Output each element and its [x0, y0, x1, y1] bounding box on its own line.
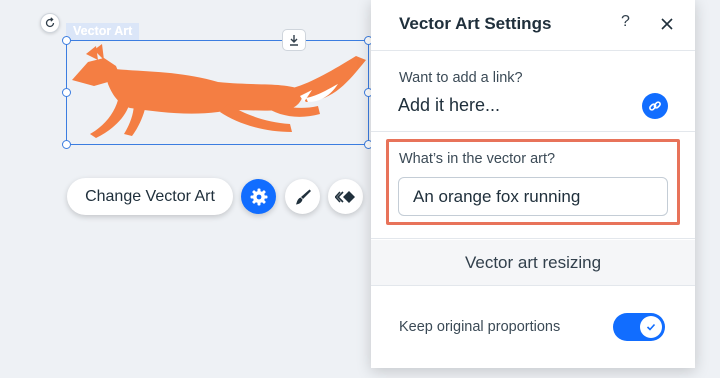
animation-icon [334, 190, 355, 203]
link-section: Want to add a link? Add it here... [371, 52, 695, 132]
gear-icon [250, 188, 267, 205]
link-label: Want to add a link? [399, 70, 523, 86]
vector-art-settings-panel: Vector Art Settings ? Want to add a link… [371, 0, 695, 368]
add-link-button[interactable] [642, 93, 668, 119]
rotate-icon [45, 17, 55, 28]
panel-header: Vector Art Settings ? [371, 0, 695, 51]
keep-proportions-toggle[interactable] [613, 313, 665, 341]
animation-button[interactable] [328, 179, 363, 214]
resizing-section-header[interactable]: Vector art resizing [371, 240, 695, 286]
keep-proportions-label: Keep original proportions [399, 319, 561, 335]
change-vector-art-button[interactable]: Change Vector Art [67, 178, 233, 215]
close-icon[interactable] [658, 15, 676, 33]
design-button[interactable] [285, 179, 320, 214]
link-value[interactable]: Add it here... [398, 95, 500, 116]
help-icon[interactable]: ? [621, 13, 630, 31]
resizing-label: Vector art resizing [464, 252, 602, 272]
link-icon [649, 101, 661, 111]
panel-title: Vector Art Settings [399, 14, 552, 33]
settings-button[interactable] [241, 179, 276, 214]
element-name-label: Vector Art [73, 24, 133, 38]
rotate-handle[interactable] [40, 13, 60, 33]
check-icon [646, 323, 656, 331]
brush-icon [295, 189, 311, 204]
element-name-tag: Vector Art [66, 23, 140, 40]
alt-text-section: What’s in the vector art? [371, 133, 695, 239]
alt-text-input[interactable] [398, 177, 668, 216]
change-vector-art-label: Change Vector Art [85, 187, 215, 205]
alt-text-label: What’s in the vector art? [399, 151, 556, 167]
toggle-knob [640, 316, 662, 338]
fox-vector-art[interactable] [68, 42, 368, 144]
